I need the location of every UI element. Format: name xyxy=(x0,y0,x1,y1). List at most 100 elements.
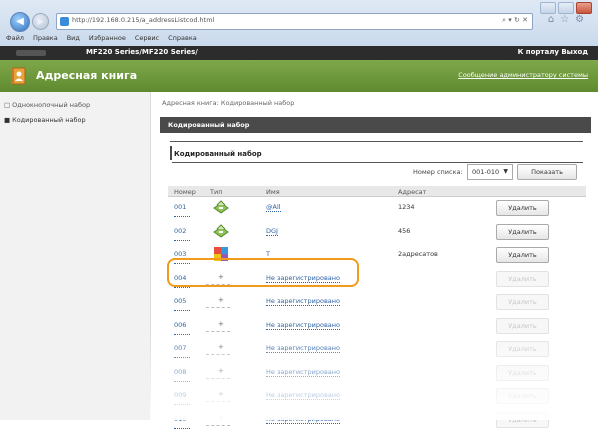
type-placeholder: + xyxy=(218,413,224,422)
sidebar-bullet: □ xyxy=(4,101,11,109)
list-number-label: Номер списка: xyxy=(413,168,463,176)
browser-toolbar-icons: ⌂ ☆ ⚙ xyxy=(539,14,593,28)
entry-name-link[interactable]: @All xyxy=(266,203,281,212)
section-header: Кодированный набор xyxy=(160,117,591,133)
delete-button[interactable]: Удалить xyxy=(496,200,549,216)
menu-file[interactable]: Файл xyxy=(6,34,24,42)
sidebar-item-one-touch[interactable]: □ Однокнопочный набор xyxy=(4,101,90,109)
type-placeholder: + xyxy=(218,319,224,328)
menu-view[interactable]: Вид xyxy=(67,34,80,42)
column-type: Тип xyxy=(210,188,223,196)
type-placeholder: + xyxy=(218,296,224,304)
unregistered-entry-link[interactable]: Не зарегистрировано xyxy=(266,344,341,353)
table-row: 007 + Не зарегистрировано Удалить xyxy=(168,337,586,360)
close-window-button[interactable] xyxy=(576,2,592,14)
panel-title-bar xyxy=(170,146,172,160)
entry-number-link[interactable]: 003 xyxy=(174,250,191,264)
entry-number-link[interactable]: 009 xyxy=(174,391,191,405)
sidebar-item-label: Кодированный набор xyxy=(12,116,86,124)
menu-help[interactable]: Справка xyxy=(168,34,197,42)
entry-number-link[interactable]: 007 xyxy=(174,344,191,358)
device-topbar: MF220 Series/MF220 Series/ К порталу Вых… xyxy=(0,46,598,60)
entry-number-link[interactable]: 001 xyxy=(174,203,191,217)
type-underline xyxy=(206,377,230,379)
address-book-icon xyxy=(11,67,26,85)
window-controls xyxy=(540,2,592,14)
message-admin-link[interactable]: Сообщение администратору системы xyxy=(458,71,588,79)
address-bar-actions[interactable]: ⌕ ▾ ↻ ✕ xyxy=(502,16,528,25)
portal-link[interactable]: К порталу xyxy=(518,48,559,56)
delete-button: Удалить xyxy=(496,388,549,404)
favicon-icon xyxy=(60,17,69,26)
sidebar: □ Однокнопочный набор ■ Кодированный наб… xyxy=(0,92,151,420)
table-row: 002 DGJ 456 Удалить xyxy=(168,220,586,243)
sidebar-bullet-selected: ■ xyxy=(4,116,11,124)
type-underline xyxy=(206,401,230,402)
list-number-select[interactable]: 001-010 ▼ xyxy=(467,164,513,180)
table-row: 010 + Не зарегистрировано Удалить xyxy=(168,408,586,431)
delete-button[interactable]: Удалить xyxy=(496,223,549,240)
menu-favorites[interactable]: Избранное xyxy=(89,34,126,42)
section-title: Кодированный набор xyxy=(168,121,250,129)
address-bar[interactable]: http://192.168.0.215/a_addressListcod.ht… xyxy=(56,13,533,30)
column-name: Имя xyxy=(266,188,280,196)
url-text: http://192.168.0.215/a_addressListcod.ht… xyxy=(72,16,215,24)
entry-number-link[interactable]: 008 xyxy=(174,368,191,382)
table-row: 005 + Не зарегистрировано Удалить xyxy=(168,290,586,313)
entry-number-link[interactable]: 006 xyxy=(174,321,191,335)
home-icon[interactable]: ⌂ xyxy=(548,14,554,28)
logout-link[interactable]: Выход xyxy=(561,48,588,56)
unregistered-entry-link[interactable]: Не зарегистрировано xyxy=(266,321,341,330)
entry-destination: 456 xyxy=(398,226,411,235)
type-underline xyxy=(206,330,230,332)
gear-icon[interactable]: ⚙ xyxy=(575,14,584,28)
fax-icon xyxy=(213,223,229,238)
page-title: Адресная книга xyxy=(36,69,138,82)
highlight-frame xyxy=(167,258,359,287)
table-row: 008 + Не зарегистрировано Удалить xyxy=(168,361,586,384)
table-row: 006 + Не зарегистрировано Удалить xyxy=(168,314,586,337)
table-row: 009 + Не зарегистрировано Удалить xyxy=(168,384,586,407)
delete-button: Удалить xyxy=(496,270,549,287)
panel-title: Кодированный набор xyxy=(174,150,262,158)
entry-number-link[interactable]: 005 xyxy=(174,297,191,311)
column-destination: Адресат xyxy=(398,188,427,196)
entry-name-link[interactable]: DGJ xyxy=(266,227,278,236)
type-placeholder: + xyxy=(218,366,224,375)
star-icon[interactable]: ☆ xyxy=(560,14,569,28)
breadcrumb: Адресная книга: Кодированный набор xyxy=(162,99,295,107)
chevron-down-icon: ▼ xyxy=(503,168,508,175)
entry-destination: 2адресатов xyxy=(398,250,438,258)
portal-links: К порталу Выход xyxy=(518,48,588,56)
column-number: Номер xyxy=(174,188,196,196)
entry-number-link[interactable]: 002 xyxy=(174,227,191,241)
type-underline xyxy=(206,424,230,426)
title-bar: Адресная книга Сообщение администратору … xyxy=(0,60,598,92)
delete-button: Удалить xyxy=(496,317,549,334)
delete-button[interactable]: Удалить xyxy=(496,247,549,263)
type-placeholder: + xyxy=(218,390,224,398)
unregistered-entry-link[interactable]: Не зарегистрировано xyxy=(266,297,341,306)
model-name: MF220 Series/MF220 Series/ xyxy=(86,48,198,56)
menu-bar: Файл Правка Вид Избранное Сервис Справка xyxy=(0,31,598,45)
entry-destination: 1234 xyxy=(398,203,415,211)
menu-tools[interactable]: Сервис xyxy=(135,34,159,42)
forward-button[interactable]: ▶ xyxy=(32,13,49,30)
delete-button: Удалить xyxy=(496,364,549,381)
menu-edit[interactable]: Правка xyxy=(33,34,58,42)
unregistered-entry-link[interactable]: Не зарегистрировано xyxy=(266,391,341,400)
table-row: 001 @All 1234 Удалить xyxy=(168,196,586,219)
entry-number-link[interactable]: 010 xyxy=(174,415,191,429)
sidebar-item-label: Однокнопочный набор xyxy=(12,101,91,109)
panel-divider xyxy=(172,162,583,163)
minimize-button[interactable] xyxy=(540,2,556,14)
type-underline xyxy=(206,307,230,308)
show-button[interactable]: Показать xyxy=(517,164,577,180)
back-button[interactable]: ◀ xyxy=(10,12,30,32)
fax-icon xyxy=(213,200,229,214)
unregistered-entry-link[interactable]: Не зарегистрировано xyxy=(266,415,341,424)
sidebar-item-coded-dial[interactable]: ■ Кодированный набор xyxy=(4,116,86,124)
maximize-button[interactable] xyxy=(558,2,574,14)
list-number-value: 001-010 xyxy=(472,168,500,176)
unregistered-entry-link[interactable]: Не зарегистрировано xyxy=(266,368,341,377)
